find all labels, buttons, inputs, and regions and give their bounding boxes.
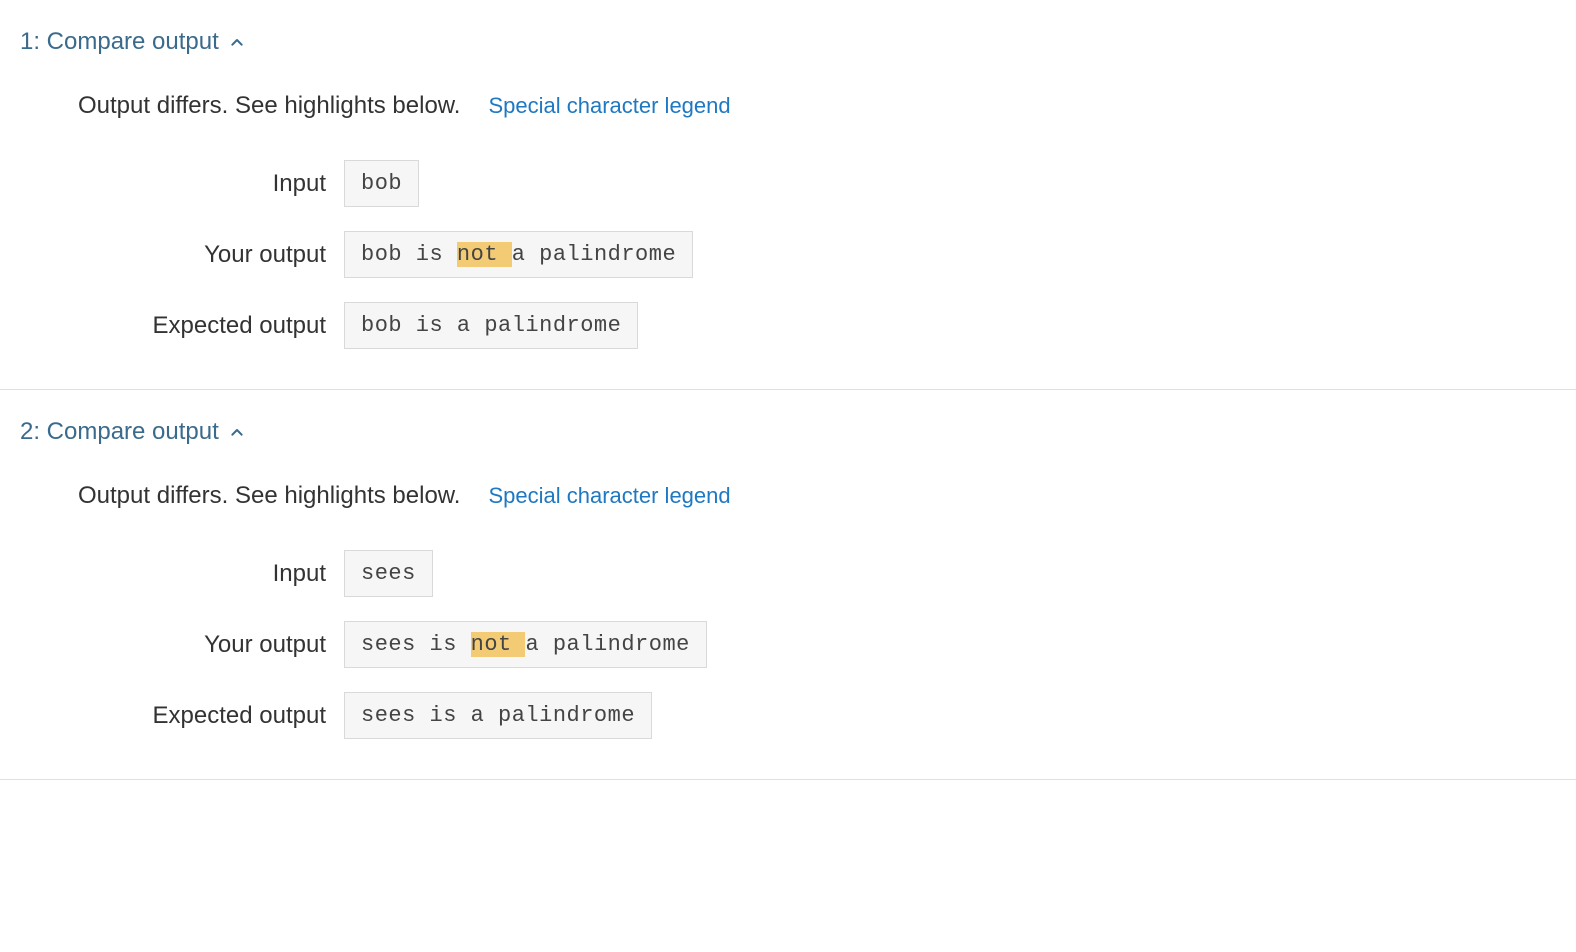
io-grid: Input sees Your output sees is not a pal… [20,550,1556,739]
expected-output-value: sees is a palindrome [344,692,652,739]
test-message-row: Output differs. See highlights below. Sp… [20,482,1556,550]
your-output-value: sees is not a palindrome [344,621,707,668]
input-label: Input [20,170,344,198]
your-output-value: bob is not a palindrome [344,231,693,278]
expected-output-label: Expected output [20,702,344,730]
expected-output-label: Expected output [20,312,344,340]
your-output-label: Your output [20,631,344,659]
expected-output-value: bob is a palindrome [344,302,638,349]
test-message: Output differs. See highlights below. [78,92,460,120]
test-header-toggle[interactable]: 2: Compare output [20,418,245,482]
io-grid: Input bob Your output bob is not a palin… [20,160,1556,349]
test-message-row: Output differs. See highlights below. Sp… [20,92,1556,160]
test-title: 2: Compare output [20,418,219,446]
input-label: Input [20,560,344,588]
test-section-2: 2: Compare output Output differs. See hi… [0,390,1576,780]
special-character-legend-link[interactable]: Special character legend [488,93,730,119]
test-title: 1: Compare output [20,28,219,56]
test-header-toggle[interactable]: 1: Compare output [20,28,245,92]
input-value: bob [344,160,419,207]
special-character-legend-link[interactable]: Special character legend [488,483,730,509]
chevron-up-icon [229,424,245,440]
chevron-up-icon [229,34,245,50]
your-output-label: Your output [20,241,344,269]
test-section-1: 1: Compare output Output differs. See hi… [0,0,1576,390]
test-message: Output differs. See highlights below. [78,482,460,510]
input-value: sees [344,550,433,597]
